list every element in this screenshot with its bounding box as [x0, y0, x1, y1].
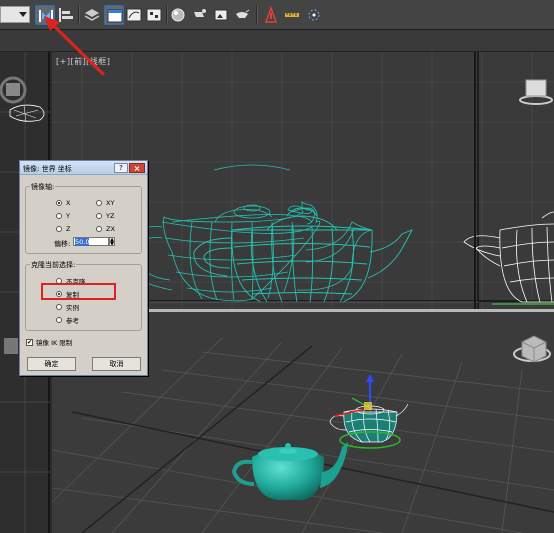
- snaps-icon: [308, 9, 320, 21]
- annotation-highlight-box: [41, 283, 116, 300]
- clone-group-label: 克隆当前选择:: [30, 260, 77, 270]
- render-setup-button[interactable]: [190, 5, 210, 25]
- 3dsmax-window: [+][前][线框] 镜像: 世界 坐标 ? × 镜像轴: X XY Y YZ …: [0, 0, 554, 533]
- ruler-icon: [285, 13, 299, 17]
- rendered-frame-button[interactable]: [211, 5, 231, 25]
- material-editor-icon: [171, 8, 185, 22]
- viewport-label[interactable]: [+][前][线框]: [56, 56, 110, 67]
- ok-button[interactable]: 确定: [27, 357, 76, 371]
- mirror-axis-group-label: 镜像轴:: [30, 182, 56, 192]
- mirror-button[interactable]: [35, 5, 55, 25]
- scene-explorer-button[interactable]: [104, 5, 124, 25]
- close-button[interactable]: ×: [129, 163, 145, 173]
- viewport-divider[interactable]: [474, 52, 476, 310]
- stand-button[interactable]: [261, 5, 281, 25]
- layer-manager-icon: [84, 9, 100, 21]
- snaps-button[interactable]: [304, 5, 324, 25]
- offset-spinner[interactable]: ▲ ▼: [109, 237, 115, 247]
- toolbar-separator: [256, 5, 258, 25]
- ribbon-strip: [0, 30, 554, 52]
- main-toolbar: [0, 0, 554, 30]
- toolbar-separator: [78, 5, 80, 25]
- curve-editor-button[interactable]: [124, 5, 144, 25]
- axis-zx-radio[interactable]: ZX: [96, 225, 115, 233]
- align-button[interactable]: [56, 5, 76, 25]
- axis-z-radio[interactable]: Z: [56, 225, 70, 233]
- axis-xy-radio[interactable]: XY: [96, 199, 114, 207]
- chevron-down-icon: [19, 12, 27, 17]
- reference-radio[interactable]: 参考: [56, 315, 79, 325]
- material-editor-button[interactable]: [168, 5, 188, 25]
- scene-explorer-icon: [107, 9, 123, 23]
- mirror-dialog: 镜像: 世界 坐标 ? × 镜像轴: X XY Y YZ Z ZX 偏移: 50…: [19, 160, 148, 376]
- selection-filter-dropdown[interactable]: [0, 6, 30, 23]
- instance-radio[interactable]: 实例: [56, 302, 79, 312]
- axis-x-radio[interactable]: X: [56, 199, 70, 207]
- rendered-frame-icon: [214, 9, 228, 21]
- ruler-button[interactable]: [282, 5, 302, 25]
- axis-yz-radio[interactable]: YZ: [96, 212, 114, 220]
- render-setup-icon: [194, 9, 206, 17]
- layer-manager-button[interactable]: [82, 5, 102, 25]
- render-icon: [236, 9, 250, 18]
- dialog-title: 镜像: 世界 坐标: [23, 165, 72, 173]
- teapot-shaded[interactable]: [231, 442, 348, 500]
- curve-editor-icon: [126, 8, 142, 22]
- axis-y-radio[interactable]: Y: [56, 212, 70, 220]
- cancel-button[interactable]: 取消: [92, 357, 141, 371]
- stand-icon: [264, 5, 278, 23]
- offset-label: 偏移:: [54, 240, 71, 248]
- offset-input[interactable]: 50.0: [73, 237, 109, 246]
- align-icon: [59, 8, 73, 22]
- mirror-icon: [39, 10, 53, 22]
- help-button[interactable]: ?: [114, 163, 128, 173]
- mirror-ik-checkbox[interactable]: ✔ 镜像 IK 限制: [26, 337, 72, 347]
- schematic-view-button[interactable]: [144, 5, 164, 25]
- dialog-title-bar[interactable]: 镜像: 世界 坐标 ? ×: [20, 161, 147, 175]
- render-button[interactable]: [232, 5, 252, 25]
- schematic-view-icon: [146, 8, 162, 22]
